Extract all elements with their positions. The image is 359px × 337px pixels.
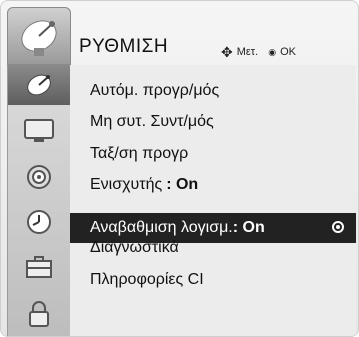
- menu-item-auto-tuning[interactable]: Αυτόμ. προγρ/μός: [70, 76, 356, 106]
- lock-icon: [29, 301, 49, 327]
- menu-item-value: : On: [166, 176, 199, 193]
- menu-item-programme-edit[interactable]: Ταξ/ση προγρ: [70, 139, 356, 169]
- hint-ok-label: OK: [280, 46, 296, 58]
- menu-header: ΡΥΘΜΙΣΗ ✥ Μετ. ◉ OK: [1, 1, 358, 65]
- radio-selected-icon: [332, 221, 344, 233]
- sidebar-item-lock[interactable]: [8, 294, 70, 334]
- menu-item-label: Διαγνωστικά: [90, 239, 179, 256]
- navigation-arrows-icon: ✥: [221, 43, 233, 60]
- menu-item-manual-tuning[interactable]: Μη συτ. Συντ/μός: [70, 107, 356, 137]
- menu-item-ci-information[interactable]: Πληροφορίες CI: [70, 265, 356, 295]
- menu-item-label: Μη συτ. Συντ/μός: [90, 113, 214, 130]
- satellite-dish-icon: [27, 74, 51, 96]
- menu-panel: Αυτόμ. προγρ/μός Μη συτ. Συντ/μός Ταξ/ση…: [70, 65, 356, 336]
- toolbox-icon: [26, 256, 52, 278]
- category-sidebar: [7, 65, 71, 336]
- ok-button-icon: ◉: [268, 46, 277, 57]
- clock-icon: [27, 210, 51, 234]
- hint-move-label: Μετ.: [236, 46, 259, 58]
- sidebar-item-audio[interactable]: [8, 157, 70, 197]
- menu-item-booster[interactable]: Ενισχυτής : On: [70, 170, 356, 200]
- menu-item-diagnostics[interactable]: Διαγνωστικά: [70, 233, 356, 263]
- menu-item-label: Πληροφορίες CI: [90, 271, 204, 288]
- setup-menu-window: ΡΥΘΜΙΣΗ ✥ Μετ. ◉ OK Αυτόμ. προγρ/μός Μη …: [0, 0, 359, 337]
- page-title: ΡΥΘΜΙΣΗ: [79, 36, 169, 57]
- sidebar-item-option[interactable]: [8, 248, 70, 288]
- sidebar-item-setup[interactable]: [8, 65, 70, 105]
- menu-item-label: Ενισχυτής: [90, 176, 163, 193]
- sidebar-item-picture[interactable]: [8, 110, 70, 150]
- sidebar-item-time[interactable]: [8, 202, 70, 242]
- speaker-icon: [27, 165, 51, 189]
- monitor-icon: [24, 119, 54, 142]
- navigation-hint: ✥ Μετ. ◉ OK: [221, 43, 296, 60]
- menu-item-label: Ταξ/ση προγρ: [90, 145, 189, 162]
- menu-item-label: Αυτόμ. προγρ/μός: [90, 82, 220, 99]
- satellite-dish-icon: [7, 7, 71, 65]
